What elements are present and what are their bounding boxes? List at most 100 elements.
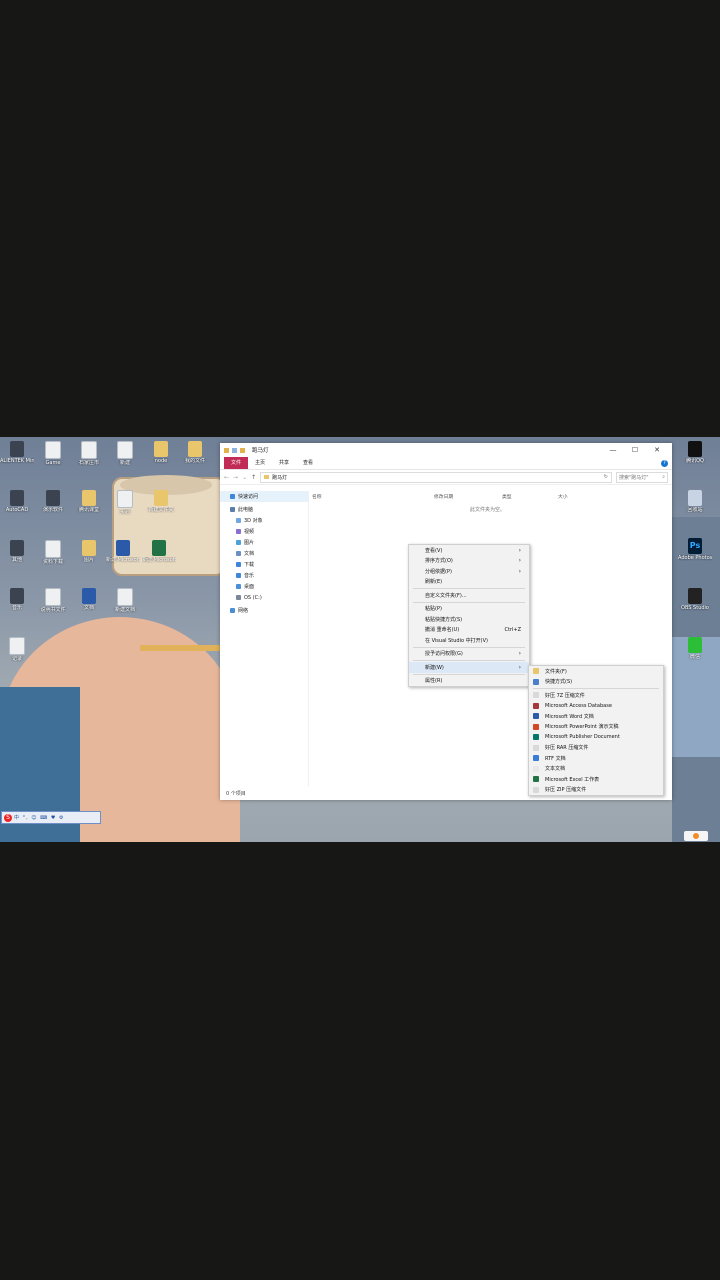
up-arrow-icon[interactable]: ↑ <box>251 474 256 481</box>
desktop-icon[interactable]: AutoCAD <box>0 490 34 513</box>
context-menu-item-label: 粘贴(P) <box>425 606 442 613</box>
context-menu-item[interactable]: 授予访问权限(G) › <box>409 649 529 660</box>
nav-item[interactable]: 快速访问 <box>220 491 308 502</box>
nav-item[interactable]: 文档 <box>220 548 308 559</box>
nav-item[interactable]: 图片 <box>220 537 308 548</box>
nav-item-icon <box>236 562 241 567</box>
desktop-icon[interactable]: 说明书文件 <box>36 588 70 613</box>
nav-item[interactable]: 网络 <box>220 605 308 616</box>
new-submenu-item[interactable]: RTF 文档 <box>529 753 663 764</box>
folder-icon <box>154 490 168 506</box>
help-icon[interactable]: ? <box>661 459 668 467</box>
file-type-icon <box>533 765 539 772</box>
tray-app-icon[interactable] <box>693 833 699 839</box>
close-button[interactable]: ✕ <box>646 446 668 454</box>
desktop-icon[interactable]: 腾讯QQ <box>678 441 712 464</box>
nav-item[interactable]: 3D 对象 <box>220 515 308 526</box>
column-name[interactable]: 名称 <box>312 493 434 500</box>
app-icon <box>10 441 24 457</box>
desktop-icon[interactable]: 新建 Microsoft Word <box>106 540 140 563</box>
desktop-icon[interactable]: 回收站 <box>678 490 712 513</box>
desktop-icon[interactable]: 记录 <box>0 637 34 662</box>
tab-file[interactable]: 文件 <box>224 457 249 469</box>
file-icon <box>117 588 133 606</box>
desktop-icon[interactable]: 腾讯课堂 <box>72 490 106 513</box>
context-menu-item-label: 查看(V) <box>425 547 443 554</box>
desktop-icon[interactable]: 其他 <box>0 540 34 563</box>
desktop-icon[interactable]: 新建 Microsoft <box>142 540 176 563</box>
desktop-icon[interactable]: ALIENTEK MiniSTM... <box>0 441 34 464</box>
context-menu-item[interactable]: 撤消 重命名(U) Ctrl+Z <box>409 625 529 636</box>
new-submenu-item[interactable]: 好压 ZIP 压缩文件 <box>529 785 663 796</box>
nav-item[interactable]: 音乐 <box>220 570 308 581</box>
desktop-icon[interactable]: node <box>144 441 178 464</box>
new-submenu-item[interactable]: Microsoft Access Database <box>529 701 663 712</box>
column-type[interactable]: 类型 <box>502 493 558 500</box>
address-bar[interactable]: 跑马灯 ↻ <box>260 471 612 483</box>
desktop-icon[interactable]: OBS Studio <box>678 588 712 611</box>
column-date-modified[interactable]: 修改日期 <box>434 493 502 500</box>
new-submenu-item-label: Microsoft Access Database <box>545 702 612 709</box>
nav-item[interactable]: 下载 <box>220 559 308 570</box>
back-arrow-icon[interactable]: ← <box>224 474 229 481</box>
context-menu-item[interactable]: 分组依据(P) › <box>409 566 529 577</box>
ime-toolbar[interactable]: S 中 °, ☺ ⌨ ♥ ⚙ <box>1 811 101 824</box>
nav-item[interactable]: 桌面 <box>220 581 308 592</box>
desktop-icon-label: 说明书文件 <box>40 607 66 613</box>
tab-share[interactable]: 共享 <box>272 457 296 469</box>
new-submenu-item[interactable]: Microsoft Publisher Document <box>529 732 663 743</box>
desktop-icon-label: Adobe Photosh... <box>678 555 712 561</box>
desktop-icon[interactable]: 资料下载 <box>36 540 70 565</box>
context-menu-item[interactable]: 在 Visual Studio 中打开(V) <box>409 635 529 646</box>
desktop-icon[interactable]: 新建文件夹 <box>144 490 178 513</box>
desktop-icon[interactable]: 文档 <box>72 588 106 611</box>
desktop-icon[interactable]: 我的文件 <box>178 441 212 464</box>
new-submenu-item[interactable]: 好压 7Z 压缩文件 <box>529 690 663 701</box>
new-submenu-item[interactable]: 文本文档 <box>529 764 663 775</box>
context-menu-item[interactable]: 粘贴快捷方式(S) <box>409 614 529 625</box>
system-tray[interactable] <box>684 831 708 841</box>
recent-locations-icon[interactable]: ⌄ <box>242 474 247 481</box>
desktop-icon[interactable]: PsAdobe Photosh... <box>678 538 712 561</box>
forward-arrow-icon[interactable]: → <box>233 474 238 481</box>
desktop-icon[interactable]: 图片 <box>72 540 106 563</box>
column-size[interactable]: 大小 <box>558 493 568 500</box>
context-menu-item[interactable]: 属性(R) <box>409 676 529 687</box>
nav-item[interactable]: OS (C:) <box>220 592 308 603</box>
desktop-icon[interactable]: Game <box>36 441 70 466</box>
nav-item[interactable]: 此电脑 <box>220 504 308 515</box>
new-submenu-item[interactable]: Microsoft Excel 工作表 <box>529 774 663 785</box>
context-menu-item[interactable]: 排序方式(O) › <box>409 556 529 567</box>
desktop-icon[interactable]: 新建 <box>108 441 142 466</box>
desktop-icon[interactable]: 新建文档 <box>108 588 142 613</box>
maximize-button[interactable]: ☐ <box>624 446 646 454</box>
context-menu-item[interactable]: 刷新(E) <box>409 577 529 588</box>
tab-view[interactable]: 查看 <box>296 457 320 469</box>
sogou-ime-icon[interactable]: S <box>4 813 12 822</box>
file-type-icon <box>533 776 539 783</box>
desktop-icon[interactable]: 演示软件 <box>36 490 70 513</box>
nav-item[interactable]: 视频 <box>220 526 308 537</box>
new-submenu-item[interactable]: 快捷方式(S) <box>529 677 663 688</box>
context-menu-item[interactable]: 新建(W) › <box>409 662 529 673</box>
desktop-icon[interactable]: 音乐 <box>0 588 34 611</box>
context-menu-item[interactable]: 查看(V) › <box>409 545 529 556</box>
file-icon <box>117 441 133 459</box>
new-submenu-item[interactable]: 文件夹(F) <box>529 666 663 677</box>
nav-item-icon <box>230 494 235 499</box>
new-submenu-item[interactable]: 好压 RAR 压缩文件 <box>529 743 663 754</box>
desktop-icon[interactable]: 实验 <box>108 490 142 515</box>
context-menu-item[interactable]: 自定义文件夹(F)... <box>409 590 529 601</box>
folder-icon[interactable] <box>240 447 245 453</box>
context-menu-item[interactable]: 粘贴(P) <box>409 604 529 615</box>
quick-access-toolbar-icon[interactable] <box>232 447 237 453</box>
minimize-button[interactable]: — <box>602 446 624 454</box>
desktop-icon[interactable]: 石家庄市 <box>72 441 106 466</box>
new-submenu-item[interactable]: Microsoft Word 文档 <box>529 711 663 722</box>
desktop-icon[interactable]: 微信 <box>678 637 712 660</box>
refresh-icon[interactable]: ↻ <box>604 474 608 480</box>
search-input[interactable]: 搜索"跑马灯" ⌕ <box>616 471 668 483</box>
new-submenu-item[interactable]: Microsoft PowerPoint 演示文稿 <box>529 722 663 733</box>
tab-home[interactable]: 主页 <box>248 457 272 469</box>
wallpaper-rod <box>140 645 220 651</box>
